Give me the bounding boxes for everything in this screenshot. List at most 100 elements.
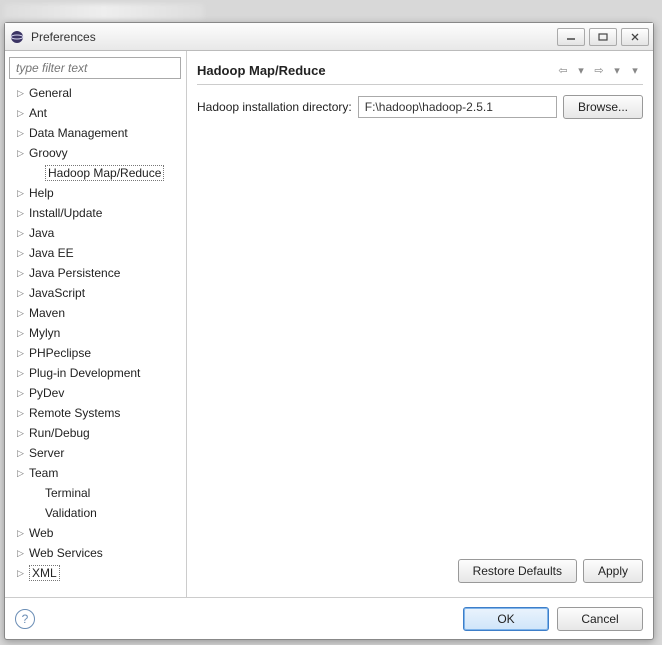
tree-item-label: Ant: [29, 106, 47, 120]
spacer: [197, 119, 643, 552]
tree-item[interactable]: ▷Web Services: [11, 543, 182, 563]
main-header: Hadoop Map/Reduce ⇦ ▾ ⇨ ▾ ▾: [197, 57, 643, 85]
footer: ? OK Cancel: [5, 597, 653, 639]
expand-arrow-icon[interactable]: ▷: [17, 348, 29, 359]
tree-item-label: XML: [29, 565, 60, 581]
tree-item[interactable]: ▷Server: [11, 443, 182, 463]
tree-item[interactable]: ▷Java: [11, 223, 182, 243]
tree-item-label: Java EE: [29, 246, 74, 260]
expand-arrow-icon[interactable]: ▷: [17, 408, 29, 419]
tree-item-label: Java: [29, 226, 54, 240]
tree-item[interactable]: ▷Team: [11, 463, 182, 483]
tree-item[interactable]: ▷Ant: [11, 103, 182, 123]
back-menu-icon[interactable]: ▾: [573, 63, 589, 79]
apply-button[interactable]: Apply: [583, 559, 643, 583]
tree-item[interactable]: ▷Maven: [11, 303, 182, 323]
filter-input[interactable]: [9, 57, 181, 79]
tree-item-label: Hadoop Map/Reduce: [45, 165, 164, 181]
tree-item[interactable]: ▷PyDev: [11, 383, 182, 403]
forward-icon[interactable]: ⇨: [591, 63, 607, 79]
preferences-window: Preferences ▷General▷Ant▷Data Management…: [4, 22, 654, 640]
ok-button[interactable]: OK: [463, 607, 549, 631]
expand-arrow-icon[interactable]: ▷: [17, 128, 29, 139]
expand-arrow-icon[interactable]: ▷: [17, 108, 29, 119]
tree-item[interactable]: ▷Groovy: [11, 143, 182, 163]
tree-item[interactable]: ▷Data Management: [11, 123, 182, 143]
expand-arrow-icon[interactable]: ▷: [17, 268, 29, 279]
tree-item-label: Validation: [45, 506, 97, 520]
expand-arrow-icon[interactable]: ▷: [17, 468, 29, 479]
tree-item-label: Terminal: [45, 486, 90, 500]
browse-button[interactable]: Browse...: [563, 95, 643, 119]
background-blur: [4, 4, 204, 20]
tree-item-label: Web: [29, 526, 53, 540]
install-dir-label: Hadoop installation directory:: [197, 100, 352, 114]
minimize-button[interactable]: [557, 28, 585, 46]
tree-item-label: General: [29, 86, 72, 100]
tree-item-label: JavaScript: [29, 286, 85, 300]
tree-item[interactable]: ▷XML: [11, 563, 182, 583]
tree-item[interactable]: ▷Help: [11, 183, 182, 203]
expand-arrow-icon[interactable]: ▷: [17, 188, 29, 199]
expand-arrow-icon[interactable]: ▷: [17, 548, 29, 559]
tree-item-label: Server: [29, 446, 64, 460]
content-area: ▷General▷Ant▷Data Management▷GroovyHadoo…: [5, 51, 653, 597]
expand-arrow-icon[interactable]: ▷: [17, 148, 29, 159]
tree-item[interactable]: ▷Run/Debug: [11, 423, 182, 443]
help-icon[interactable]: ?: [15, 609, 35, 629]
expand-arrow-icon[interactable]: ▷: [17, 228, 29, 239]
close-button[interactable]: [621, 28, 649, 46]
tree-item[interactable]: ▷Web: [11, 523, 182, 543]
page-button-row: Restore Defaults Apply: [197, 552, 643, 589]
expand-arrow-icon[interactable]: ▷: [17, 288, 29, 299]
expand-arrow-icon[interactable]: ▷: [17, 88, 29, 99]
tree-item[interactable]: ▷Java EE: [11, 243, 182, 263]
tree-item-label: PyDev: [29, 386, 64, 400]
tree-item[interactable]: ▷PHPeclipse: [11, 343, 182, 363]
window-title: Preferences: [31, 30, 553, 44]
tree-item[interactable]: ▷JavaScript: [11, 283, 182, 303]
back-icon[interactable]: ⇦: [555, 63, 571, 79]
tree-item-label: Maven: [29, 306, 65, 320]
expand-arrow-icon[interactable]: ▷: [17, 368, 29, 379]
expand-arrow-icon[interactable]: ▷: [17, 208, 29, 219]
maximize-button[interactable]: [589, 28, 617, 46]
tree-item-label: Run/Debug: [29, 426, 90, 440]
tree-item[interactable]: ▷Remote Systems: [11, 403, 182, 423]
expand-arrow-icon[interactable]: ▷: [17, 448, 29, 459]
page-title: Hadoop Map/Reduce: [197, 63, 553, 78]
tree-item[interactable]: Hadoop Map/Reduce: [11, 163, 182, 183]
tree-item[interactable]: ▷Install/Update: [11, 203, 182, 223]
preferences-tree: ▷General▷Ant▷Data Management▷GroovyHadoo…: [9, 83, 182, 591]
expand-arrow-icon[interactable]: ▷: [17, 328, 29, 339]
tree-item-label: Mylyn: [29, 326, 60, 340]
sidebar: ▷General▷Ant▷Data Management▷GroovyHadoo…: [5, 51, 187, 597]
tree-item-label: Java Persistence: [29, 266, 120, 280]
restore-defaults-button[interactable]: Restore Defaults: [458, 559, 577, 583]
tree-item-label: PHPeclipse: [29, 346, 91, 360]
expand-arrow-icon[interactable]: ▷: [17, 308, 29, 319]
expand-arrow-icon[interactable]: ▷: [17, 388, 29, 399]
install-dir-row: Hadoop installation directory: Browse...: [197, 95, 643, 119]
tree-item[interactable]: ▷Java Persistence: [11, 263, 182, 283]
tree-item-label: Groovy: [29, 146, 68, 160]
main-panel: Hadoop Map/Reduce ⇦ ▾ ⇨ ▾ ▾ Hadoop insta…: [187, 51, 653, 597]
forward-menu-icon[interactable]: ▾: [609, 63, 625, 79]
install-dir-input[interactable]: [358, 96, 557, 118]
tree-item[interactable]: Terminal: [11, 483, 182, 503]
tree-item[interactable]: ▷Mylyn: [11, 323, 182, 343]
tree-item[interactable]: ▷General: [11, 83, 182, 103]
tree-item[interactable]: Validation: [11, 503, 182, 523]
view-menu-icon[interactable]: ▾: [627, 63, 643, 79]
expand-arrow-icon[interactable]: ▷: [17, 568, 29, 579]
tree-item[interactable]: ▷Plug-in Development: [11, 363, 182, 383]
expand-arrow-icon[interactable]: ▷: [17, 428, 29, 439]
tree-item-label: Plug-in Development: [29, 366, 140, 380]
tree-item-label: Web Services: [29, 546, 103, 560]
expand-arrow-icon[interactable]: ▷: [17, 528, 29, 539]
cancel-button[interactable]: Cancel: [557, 607, 643, 631]
tree-item-label: Team: [29, 466, 58, 480]
expand-arrow-icon[interactable]: ▷: [17, 248, 29, 259]
tree-item-label: Help: [29, 186, 54, 200]
tree-item-label: Install/Update: [29, 206, 102, 220]
